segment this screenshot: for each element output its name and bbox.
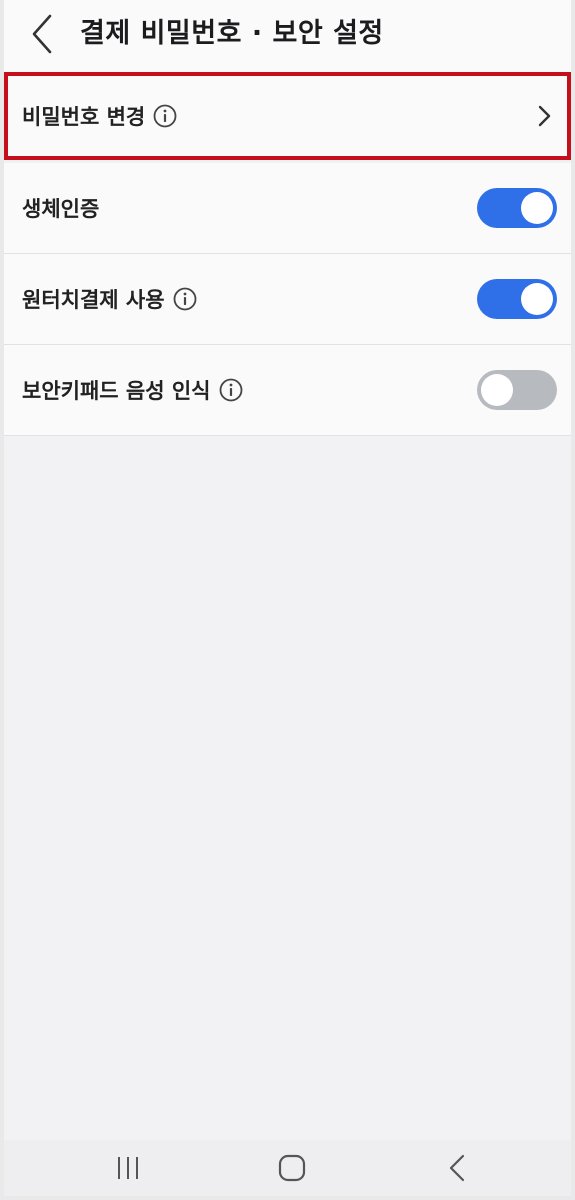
setting-row-one-touch-payment[interactable]: 원터치결제 사용 (4, 254, 571, 345)
setting-label: 생체인증 (22, 197, 100, 221)
setting-label: 비밀번호 변경 (22, 105, 146, 129)
info-icon[interactable] (153, 104, 177, 128)
info-icon[interactable] (173, 287, 197, 311)
back-icon (449, 1154, 465, 1182)
home-icon (278, 1154, 306, 1182)
toggle-knob (521, 192, 553, 224)
recent-apps-icon (118, 1157, 138, 1179)
chevron-left-icon (32, 14, 52, 54)
setting-row-change-password[interactable]: 비밀번호 변경 (4, 72, 571, 160)
system-navigation-bar (4, 1140, 571, 1196)
app-header: 결제 비밀번호 · 보안 설정 (4, 0, 571, 72)
toggle-knob (481, 374, 513, 406)
setting-label: 보안키패드 음성 인식 (22, 379, 211, 403)
setting-row-keypad-voice[interactable]: 보안키패드 음성 인식 (4, 345, 571, 436)
biometric-toggle[interactable] (477, 188, 557, 228)
setting-label: 원터치결제 사용 (22, 288, 165, 312)
home-button[interactable] (270, 1150, 314, 1186)
setting-row-biometric[interactable]: 생체인증 (4, 163, 571, 254)
screen: 결제 비밀번호 · 보안 설정 비밀번호 변경 생체인증 원터치결제 사용 보안… (4, 0, 571, 1196)
keypad-voice-toggle[interactable] (477, 370, 557, 410)
toggle-knob (521, 283, 553, 315)
back-button[interactable] (24, 12, 64, 56)
recent-apps-button[interactable] (106, 1150, 150, 1186)
one-touch-payment-toggle[interactable] (477, 279, 557, 319)
system-back-button[interactable] (436, 1150, 480, 1186)
page-title: 결제 비밀번호 · 보안 설정 (80, 18, 384, 49)
chevron-right-icon (538, 105, 551, 127)
info-icon[interactable] (219, 378, 243, 402)
settings-list: 비밀번호 변경 생체인증 원터치결제 사용 보안키패드 음성 인식 (4, 72, 571, 436)
